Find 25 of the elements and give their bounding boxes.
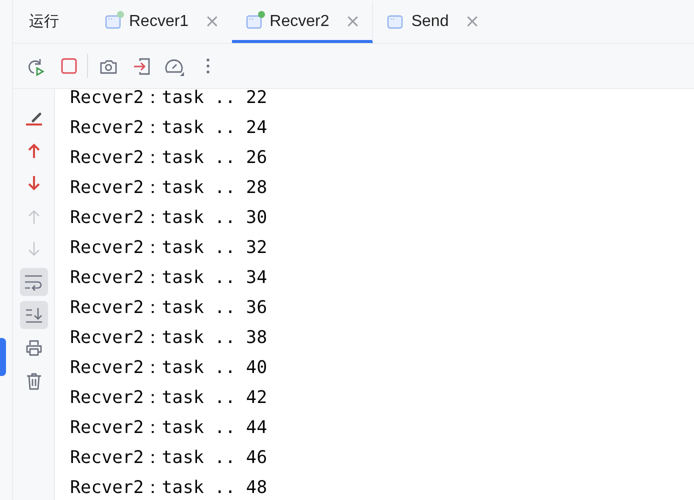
exit-icon[interactable] xyxy=(132,56,150,76)
window-icon xyxy=(387,14,406,30)
active-indicator xyxy=(0,338,6,376)
console-line: Recver2：task .. 26 xyxy=(70,147,268,170)
rerun-icon[interactable] xyxy=(26,56,45,76)
console-line: Recver2：task .. 22 xyxy=(70,87,268,110)
scroll-to-end-icon[interactable] xyxy=(20,301,48,329)
console-line: Recver2：task .. 40 xyxy=(70,357,268,380)
console-line: Recver2：task .. 48 xyxy=(70,477,268,500)
more-icon[interactable] xyxy=(204,57,210,75)
panel-title: 运行 xyxy=(28,12,60,31)
console-line: Recver2：task .. 42 xyxy=(70,387,268,410)
console-line: Recver2：task .. 30 xyxy=(70,207,268,230)
console-line: Recver2：task .. 46 xyxy=(70,447,268,470)
stop-icon[interactable] xyxy=(60,57,78,75)
console-line: Recver2：task .. 38 xyxy=(70,327,268,350)
console-line: Recver2：task .. 44 xyxy=(70,417,268,440)
tab[interactable]: Recver1 × xyxy=(91,0,232,43)
soft-wrap-icon[interactable] xyxy=(20,268,48,296)
console-line: Recver2：task .. 34 xyxy=(70,267,268,290)
console-line: Recver2：task .. 24 xyxy=(70,117,268,140)
tab[interactable]: Send × xyxy=(373,0,492,43)
console-line: Recver2：task .. 36 xyxy=(70,297,268,320)
console-line: Recver2：task .. 28 xyxy=(70,177,268,200)
console-line: Recver2：task .. 32 xyxy=(70,237,268,260)
